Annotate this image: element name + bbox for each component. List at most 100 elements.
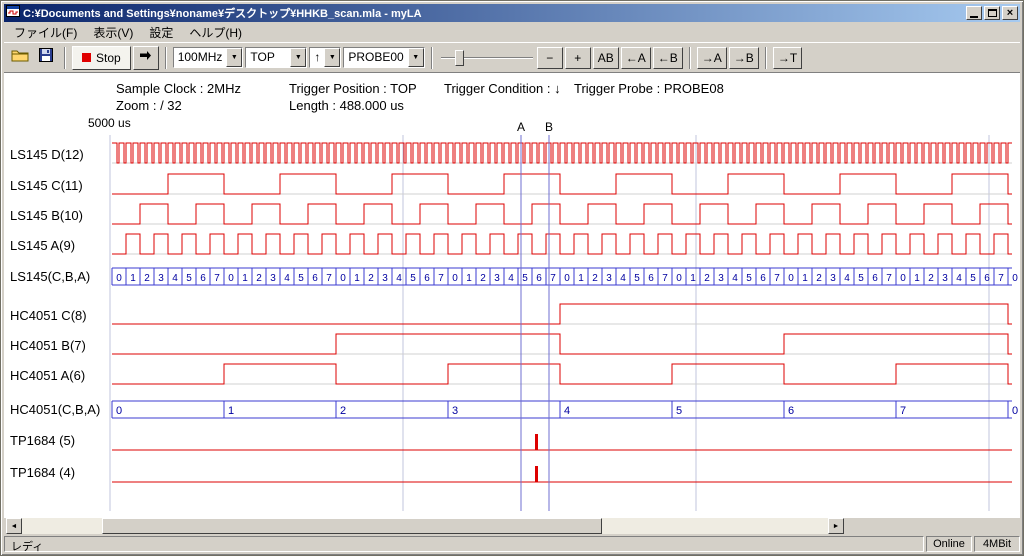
- close-button[interactable]: ×: [1002, 6, 1018, 20]
- waveform-trace: [112, 364, 1012, 384]
- menu-help[interactable]: ヘルプ(H): [181, 22, 250, 43]
- bus-value: 4: [732, 273, 738, 284]
- save-button[interactable]: [34, 46, 58, 70]
- chevron-down-icon[interactable]: ▼: [290, 48, 306, 67]
- bus-value: 4: [284, 273, 290, 284]
- bus-value: 0: [676, 273, 682, 284]
- bus-value: 1: [578, 273, 584, 284]
- stop-button[interactable]: Stop: [72, 46, 131, 70]
- trigger-position-select[interactable]: TOP ▼: [245, 47, 307, 68]
- titlebar[interactable]: C:¥Documents and Settings¥noname¥デスクトップ¥…: [4, 4, 1020, 22]
- bus-value: 2: [340, 405, 346, 417]
- bus-value: 3: [270, 273, 276, 284]
- bus-value: 3: [158, 273, 164, 284]
- zoom-slider[interactable]: [441, 47, 533, 69]
- bus-value: 0: [900, 273, 906, 284]
- bus-value: 0: [1012, 405, 1018, 417]
- menu-view[interactable]: 表示(V): [85, 22, 141, 43]
- zoom-slider-thumb[interactable]: [455, 50, 464, 66]
- bus-value: 4: [172, 273, 178, 284]
- bus-value: 1: [242, 273, 248, 284]
- menubar: ファイル(F) 表示(V) 設定 ヘルプ(H): [4, 22, 1020, 42]
- go-trigger-button[interactable]: →T: [773, 47, 802, 69]
- scrollbar-track[interactable]: [22, 518, 828, 534]
- bus-value: 4: [620, 273, 626, 284]
- bus-value: 0: [116, 405, 122, 417]
- horizontal-scrollbar[interactable]: ◄ ►: [6, 518, 844, 534]
- run-button[interactable]: [133, 46, 159, 70]
- menu-settings[interactable]: 設定: [141, 22, 181, 43]
- bus-value: 0: [228, 273, 234, 284]
- waveform-canvas[interactable]: LS145 D(12)LS145 C(11)LS145 B(10)LS145 A…: [4, 73, 1020, 518]
- bus-value: 2: [704, 273, 710, 284]
- bus-value: 7: [886, 273, 892, 284]
- cursor-label-a: A: [517, 120, 525, 134]
- sample-clock-label: Sample Clock : 2MHz: [116, 81, 241, 96]
- bus-value: 7: [900, 405, 906, 417]
- channel-label: HC4051 B(7): [10, 338, 86, 353]
- chevron-down-icon[interactable]: ▼: [226, 48, 242, 67]
- bus-value: 0: [1012, 273, 1018, 284]
- chevron-down-icon[interactable]: ▼: [408, 48, 424, 67]
- bus-value: 5: [676, 405, 682, 417]
- chevron-down-icon[interactable]: ▼: [324, 48, 340, 67]
- channel-label: TP1684 (4): [10, 465, 75, 480]
- zoom-in-button[interactable]: +: [565, 47, 591, 69]
- bus-value: 5: [298, 273, 304, 284]
- bus-value: 1: [690, 273, 696, 284]
- bus-value: 1: [130, 273, 136, 284]
- bus-value: 7: [214, 273, 220, 284]
- trigger-probe-select[interactable]: PROBE00 ▼: [343, 47, 424, 68]
- scroll-right-icon[interactable]: ►: [828, 518, 844, 534]
- channel-label: LS145 C(11): [10, 178, 83, 193]
- bus-value: 7: [998, 273, 1004, 284]
- channel-label: LS145 B(10): [10, 208, 83, 223]
- bus-value: 2: [480, 273, 486, 284]
- trigger-position-label: Trigger Position : TOP: [289, 81, 417, 96]
- bus-value: 2: [592, 273, 598, 284]
- scrollbar-filler: [844, 518, 1020, 534]
- bus-value: 3: [606, 273, 612, 284]
- trigger-edge-value: ↑: [310, 48, 324, 67]
- bus-value: 5: [522, 273, 528, 284]
- open-file-button[interactable]: [8, 46, 32, 70]
- bus-value: 1: [228, 405, 234, 417]
- go-b-forward-button[interactable]: →B: [729, 47, 759, 69]
- maximize-button[interactable]: [984, 6, 1000, 20]
- waveform-trace: [112, 234, 1012, 254]
- scroll-left-icon[interactable]: ◄: [6, 518, 22, 534]
- bus-value: 3: [942, 273, 948, 284]
- bus-value: 3: [494, 273, 500, 284]
- bus-value: 7: [326, 273, 332, 284]
- bus-value: 4: [564, 405, 570, 417]
- floppy-disk-icon: [39, 48, 53, 67]
- sample-clock-select[interactable]: 100MHz ▼: [173, 47, 244, 68]
- toolbar-separator: [765, 47, 767, 69]
- go-a-backward-button[interactable]: ←A: [621, 47, 651, 69]
- bus-value: 6: [200, 273, 206, 284]
- bus-value: 5: [186, 273, 192, 284]
- menu-file[interactable]: ファイル(F): [6, 22, 85, 43]
- scrollbar-thumb[interactable]: [102, 518, 602, 534]
- channel-label: TP1684 (5): [10, 433, 75, 448]
- toolbar-separator: [165, 47, 167, 69]
- go-b-backward-button[interactable]: ←B: [653, 47, 683, 69]
- bus-value: 6: [312, 273, 318, 284]
- waveform-trace: [112, 174, 1012, 194]
- bus-value: 6: [760, 273, 766, 284]
- pulse-mark: [535, 434, 538, 450]
- ab-range-button[interactable]: AB: [593, 47, 619, 69]
- bus-value: 6: [984, 273, 990, 284]
- bus-value: 4: [396, 273, 402, 284]
- trigger-edge-select[interactable]: ↑ ▼: [309, 47, 341, 68]
- zoom-out-button[interactable]: −: [537, 47, 563, 69]
- channel-label: HC4051 C(8): [10, 308, 87, 323]
- waveform-trace: [112, 334, 1012, 354]
- app-window: C:¥Documents and Settings¥noname¥デスクトップ¥…: [0, 0, 1024, 556]
- toolbar-separator: [431, 47, 433, 69]
- trigger-position-value: TOP: [246, 48, 290, 67]
- bus-value: 4: [956, 273, 962, 284]
- bus-value: 2: [368, 273, 374, 284]
- go-a-forward-button[interactable]: →A: [697, 47, 727, 69]
- minimize-button[interactable]: [966, 6, 982, 20]
